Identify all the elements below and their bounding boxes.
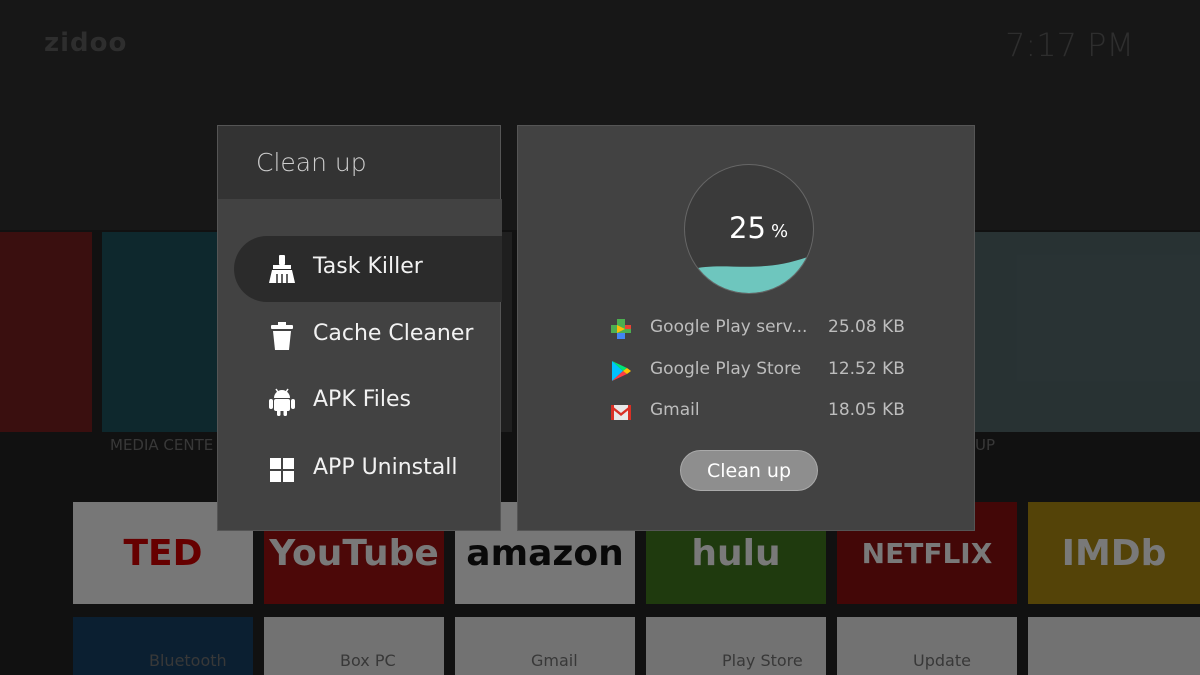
app-list-row[interactable]: Google Play Store 12.52 KB — [610, 357, 910, 387]
panel-title: Clean up — [256, 148, 367, 177]
memory-progress-gauge: 25 % — [684, 164, 814, 294]
android-icon — [268, 387, 296, 417]
app-name: Google Play serv... — [650, 317, 808, 337]
menu-item-label: APP Uninstall — [313, 455, 458, 480]
broom-icon — [268, 254, 296, 284]
app-list-row[interactable]: Gmail 18.05 KB — [610, 398, 910, 428]
task-killer-panel: 25 % Google Play serv... 25.08 KB Google… — [517, 125, 975, 531]
menu-item-label: Cache Cleaner — [313, 321, 474, 346]
progress-value: 25 — [729, 211, 766, 245]
app-name: Google Play Store — [650, 359, 802, 379]
app-size: 25.08 KB — [828, 317, 905, 337]
menu-item-apk-files[interactable]: APK Files — [218, 371, 500, 433]
app-size: 12.52 KB — [828, 359, 905, 379]
menu-spacer — [234, 199, 502, 236]
menu-item-app-uninstall[interactable]: APP Uninstall — [218, 439, 500, 501]
app-list-row[interactable]: Google Play serv... 25.08 KB — [610, 315, 910, 345]
progress-wave-fill — [685, 255, 813, 293]
gmail-icon — [610, 401, 632, 423]
app-name: Gmail — [650, 400, 700, 420]
play-store-icon — [610, 360, 632, 382]
clean-up-button[interactable]: Clean up — [680, 450, 818, 491]
progress-unit: % — [771, 221, 789, 242]
play-services-icon — [610, 318, 632, 340]
menu-item-label: APK Files — [313, 387, 412, 412]
screen: zidoo 7:17 PM MEDIA CENTE UP TED YouTube… — [0, 0, 1200, 675]
menu-item-label: Task Killer — [313, 254, 423, 279]
menu-item-cache-cleaner[interactable]: Cache Cleaner — [218, 305, 500, 367]
grid-icon — [268, 455, 296, 485]
trash-icon — [268, 321, 296, 351]
app-size: 18.05 KB — [828, 400, 905, 420]
menu-item-task-killer[interactable]: Task Killer — [218, 238, 500, 300]
cleanup-menu-header: Clean up — [218, 126, 500, 199]
